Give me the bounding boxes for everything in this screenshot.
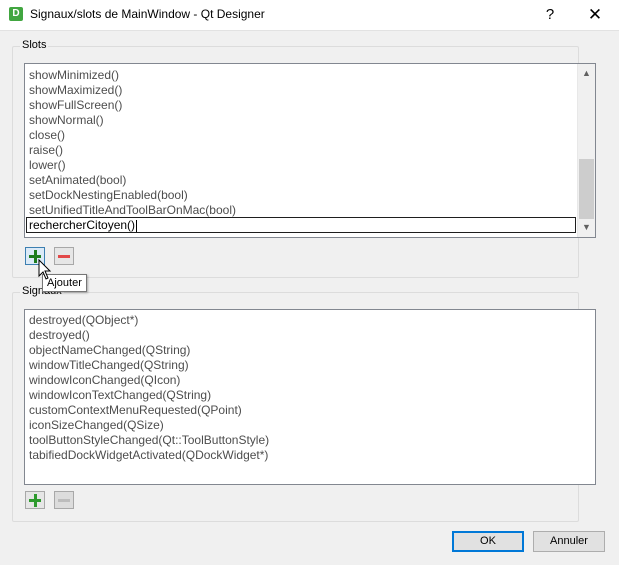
signal-list-item[interactable]: tabifiedDockWidgetActivated(QDockWidget*… (25, 448, 591, 463)
slot-list-item[interactable]: showNormal() (25, 113, 575, 128)
title-bar: D Signaux/slots de MainWindow - Qt Desig… (0, 0, 619, 31)
slots-group-title: Slots (20, 39, 49, 51)
help-button[interactable]: ? (527, 0, 573, 29)
signal-list-item[interactable]: objectNameChanged(QString) (25, 343, 591, 358)
slots-list[interactable]: showMinimized() showMaximized() showFullSc… (24, 63, 596, 238)
signal-list-item[interactable]: windowIconChanged(QIcon) (25, 373, 591, 388)
signal-list-item[interactable]: destroyed() (25, 328, 591, 343)
minus-icon (58, 499, 70, 502)
signal-list-item[interactable]: windowTitleChanged(QString) (25, 358, 591, 373)
signal-list-item[interactable]: iconSizeChanged(QSize) (25, 418, 591, 433)
slot-list-item[interactable]: setDockNestingEnabled(bool) (25, 188, 575, 203)
signal-list-item[interactable]: customContextMenuRequested(QPoint) (25, 403, 591, 418)
scroll-thumb[interactable] (579, 159, 594, 219)
slot-name-edit-field[interactable]: rechercherCitoyen() (26, 217, 576, 233)
slots-scrollbar[interactable]: ▲ ▼ (577, 64, 595, 237)
scroll-up-arrow-icon[interactable]: ▲ (578, 65, 595, 82)
mouse-cursor-icon (38, 259, 52, 280)
cancel-button[interactable]: Annuler (533, 531, 605, 552)
signal-list-item[interactable]: windowIconTextChanged(QString) (25, 388, 591, 403)
slot-list-item[interactable]: setAnimated(bool) (25, 173, 575, 188)
signals-list[interactable]: destroyed(QObject*) destroyed() objectName… (24, 309, 596, 485)
slot-list-item[interactable]: showMaximized() (25, 83, 575, 98)
slot-list-item[interactable]: close() (25, 128, 575, 143)
window-title: Signaux/slots de MainWindow - Qt Designe… (30, 7, 265, 21)
slot-list-item[interactable]: lower() (25, 158, 575, 173)
ok-button[interactable]: OK (452, 531, 524, 552)
text-caret (136, 219, 138, 232)
slot-list-item[interactable]: showFullScreen() (25, 98, 575, 113)
minus-icon (58, 255, 70, 258)
slot-list-item[interactable]: raise() (25, 143, 575, 158)
signal-list-item[interactable]: destroyed(QObject*) (25, 313, 591, 328)
add-signal-button[interactable] (25, 491, 45, 509)
remove-signal-button[interactable] (54, 491, 74, 509)
plus-icon-vertical (33, 250, 37, 263)
slot-list-item[interactable]: setUnifiedTitleAndToolBarOnMac(bool) (25, 203, 575, 218)
signal-list-item[interactable]: toolButtonStyleChanged(Qt::ToolButtonSty… (25, 433, 591, 448)
plus-icon-vertical (33, 494, 37, 507)
slot-name-value: rechercherCitoyen() (29, 218, 136, 232)
close-button[interactable]: ✕ (572, 0, 618, 29)
remove-slot-button[interactable] (54, 247, 74, 265)
scroll-down-arrow-icon[interactable]: ▼ (578, 219, 595, 236)
qt-designer-icon: D (9, 7, 23, 21)
slot-list-item[interactable]: showMinimized() (25, 68, 575, 83)
